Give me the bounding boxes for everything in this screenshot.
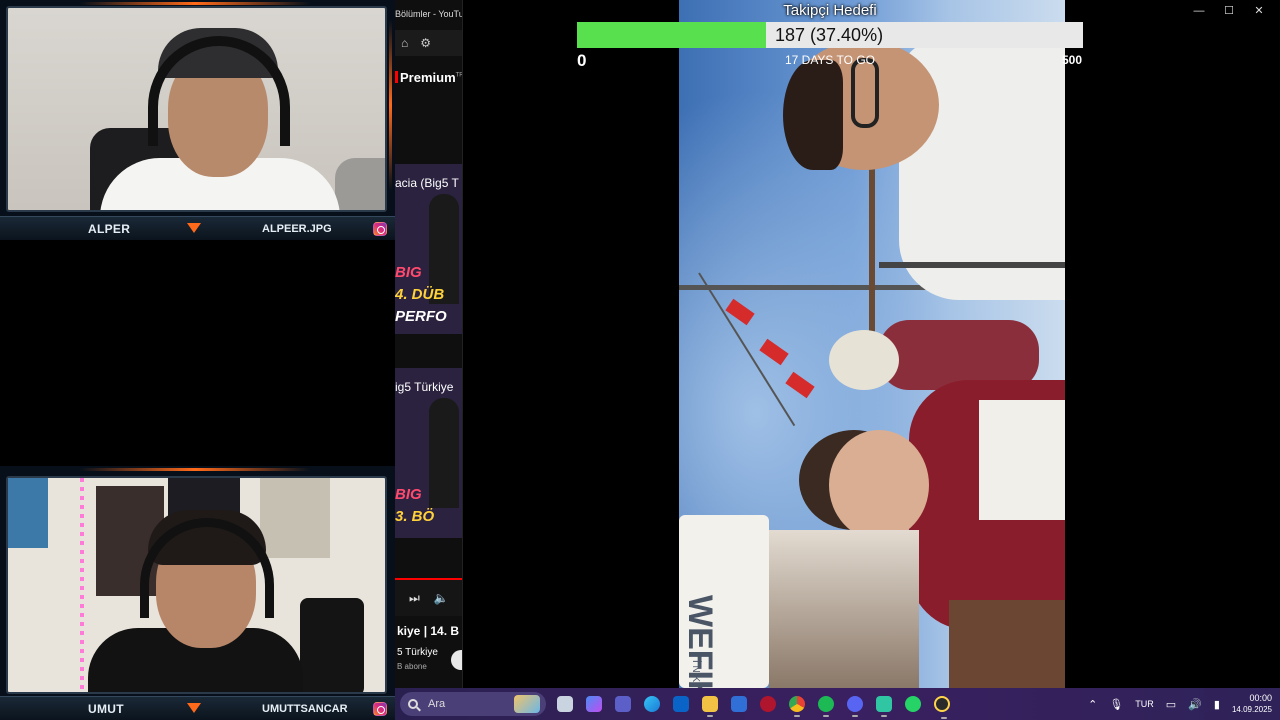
search-placeholder: Ara <box>428 698 446 710</box>
thumbnail-title: acia (Big5 T <box>395 176 459 190</box>
frame-accent <box>389 20 392 190</box>
home-icon[interactable]: ⌂ <box>401 36 408 50</box>
webcam-name-bar: UMUT UMUTTSANCAR <box>0 696 395 720</box>
main-video-area: WEFIK İ N K <box>464 0 1280 688</box>
player-controls: ⏭ 🔈 <box>395 578 462 616</box>
search-icon <box>408 699 418 709</box>
video-title[interactable]: kiye | 14. B <box>397 624 459 638</box>
goal-max-label: 500 <box>1062 53 1083 67</box>
triangle-icon <box>187 703 201 713</box>
clock-time: 00:00 <box>1249 693 1272 703</box>
webcam-bottom: UMUT UMUTTSANCAR <box>0 466 395 720</box>
display-icon[interactable]: ▭ <box>1166 698 1176 711</box>
window-controls: — ☐ ✕ <box>1184 4 1274 20</box>
edge-icon[interactable] <box>644 696 660 712</box>
youtube-logo-icon <box>395 71 398 83</box>
opera-icon[interactable] <box>760 696 776 712</box>
webcam-feed-umut <box>6 476 387 694</box>
battery-icon[interactable]: ▮ <box>1214 698 1220 711</box>
streamer-name: UMUT <box>88 701 124 716</box>
browser-tab-title[interactable]: Bölümler - YouTube <box>395 9 462 19</box>
tune-icon[interactable]: ⚙ <box>420 36 431 50</box>
instagram-icon <box>373 702 387 716</box>
subscriber-count: B abone <box>397 662 427 671</box>
chrome-icon[interactable] <box>789 696 805 717</box>
outlook-icon[interactable] <box>673 696 689 712</box>
system-tray: ⌃ 🎙 TUR ▭ 🔊 ▮ 00:00 14.09.2025 <box>1088 688 1280 720</box>
volume-icon[interactable]: 🔈 <box>434 591 449 605</box>
volume-icon[interactable]: 🔊 <box>1188 698 1202 711</box>
subscribe-button[interactable] <box>451 650 462 670</box>
taskbar-search[interactable]: Ara <box>400 692 546 716</box>
sunglasses-icon <box>851 58 879 128</box>
goal-days-left: 17 DAYS TO GO <box>784 53 876 67</box>
webcam-feed-alper <box>6 6 387 212</box>
youtube-premium-logo[interactable]: PremiumTR <box>395 70 462 85</box>
video-thumbnail[interactable]: ig5 Türkiye BIG 3. BÖ <box>395 368 462 538</box>
instagram-icon <box>373 222 387 236</box>
streamer-handle: ALPEER.JPG <box>262 222 332 235</box>
channel-name[interactable]: 5 Türkiye <box>397 647 438 658</box>
tent-sign-sub: İ N K <box>690 660 701 683</box>
language-indicator[interactable]: TUR <box>1135 699 1154 709</box>
next-icon[interactable]: ⏭ <box>409 591 420 606</box>
close-button[interactable]: ✕ <box>1244 4 1274 20</box>
thumbnail-title: ig5 Türkiye <box>395 380 454 394</box>
streamer-name: ALPER <box>88 221 131 236</box>
copilot-icon[interactable] <box>586 696 602 712</box>
goal-progress-text: 187 (37.40%) <box>775 25 884 45</box>
search-highlight-icon <box>514 695 540 713</box>
maximize-button[interactable]: ☐ <box>1214 4 1244 20</box>
discord-icon[interactable] <box>847 696 863 717</box>
vertical-video: WEFIK İ N K <box>679 0 1065 688</box>
chat-app-icon[interactable] <box>876 696 892 717</box>
task-view-icon[interactable] <box>557 696 573 712</box>
taskbar-clock[interactable]: 00:00 14.09.2025 <box>1232 693 1272 715</box>
whatsapp-icon[interactable] <box>905 696 921 712</box>
webcam-name-bar: ALPER ALPEER.JPG <box>0 216 395 240</box>
zoom-icon[interactable] <box>731 696 747 712</box>
minimize-button[interactable]: — <box>1184 4 1214 20</box>
youtube-window: Bölümler - YouTube ⌂ ⚙ PremiumTR acia (B… <box>395 0 463 688</box>
webcam-top: ALPER ALPEER.JPG <box>0 0 395 240</box>
frame-accent <box>80 2 310 5</box>
spotify-icon[interactable] <box>818 696 834 717</box>
goal-progress-bar: 187 (37.40%) <box>577 22 1083 48</box>
goal-progress-fill <box>577 22 767 48</box>
tray-chevron-icon[interactable]: ⌃ <box>1088 698 1097 711</box>
taskbar: Ara ⌃ 🎙 TUR ▭ 🔊 ▮ 00:00 14.09.2025 <box>395 688 1280 720</box>
file-explorer-icon[interactable] <box>702 696 718 717</box>
teams-icon[interactable] <box>615 696 631 712</box>
clock-date: 14.09.2025 <box>1231 705 1272 714</box>
triangle-icon <box>187 223 201 233</box>
goal-title: Takipçi Hedefi <box>783 2 877 19</box>
streamer-handle: UMUTTSANCAR <box>262 702 348 715</box>
browser-toolbar: ⌂ ⚙ <box>395 30 462 56</box>
media-player-icon[interactable] <box>934 696 950 719</box>
frame-accent <box>80 468 310 471</box>
microphone-icon[interactable]: 🎙 <box>1109 698 1123 711</box>
video-thumbnail[interactable]: acia (Big5 T BIG 4. DÜB PERFO <box>395 164 462 334</box>
